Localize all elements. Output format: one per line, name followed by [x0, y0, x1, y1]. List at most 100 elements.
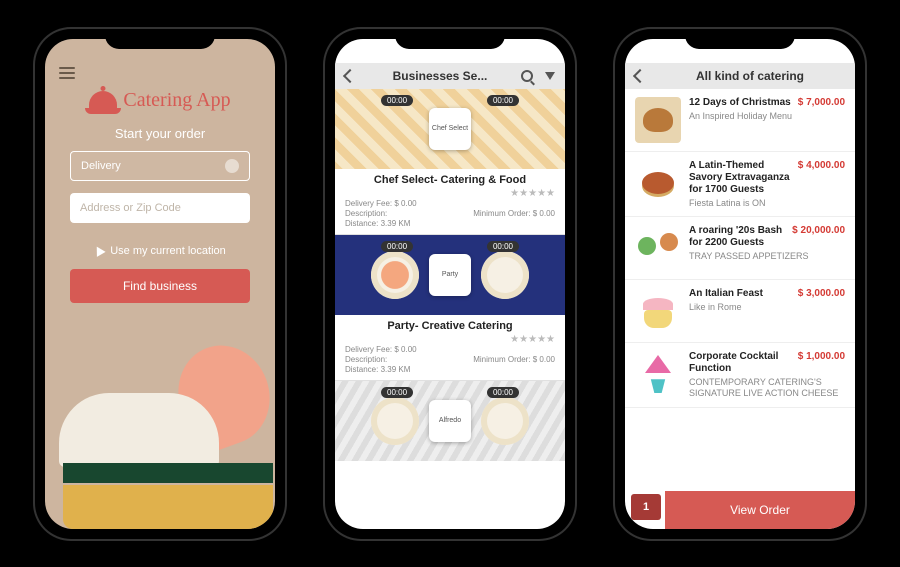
- plate-icon: [371, 251, 419, 299]
- item-subtitle: Fiesta Latina is ON: [689, 198, 845, 209]
- find-business-label: Find business: [123, 279, 197, 293]
- plate-icon: [481, 251, 529, 299]
- item-subtitle: An Inspired Holiday Menu: [689, 111, 845, 122]
- rice-illustration: [59, 393, 219, 467]
- location-arrow-icon: [93, 244, 106, 257]
- item-price: $ 3,000.00: [798, 288, 845, 300]
- business-card[interactable]: 00:00 00:00 Chef Select Chef Select- Cat…: [335, 89, 565, 235]
- businesses-header: Businesses Se...: [335, 63, 565, 89]
- filter-icon[interactable]: [545, 72, 555, 80]
- distance: Distance: 3.39 KM: [345, 365, 450, 374]
- app-name: Catering App: [123, 89, 230, 112]
- delivery-fee: Delivery Fee: $ 0.00: [345, 345, 450, 354]
- header-title: Businesses Se...: [365, 69, 515, 83]
- plate-icon: [481, 397, 529, 445]
- time-chip-right: 00:00: [487, 241, 519, 252]
- back-icon[interactable]: [635, 69, 649, 83]
- notch: [395, 29, 505, 49]
- delivery-mode-value: Delivery: [81, 160, 121, 172]
- cloche-icon: [89, 91, 117, 109]
- rating-stars: ★★★★★: [335, 334, 565, 345]
- phone-3: All kind of catering 12 Days of Christma…: [615, 29, 865, 539]
- business-logo: Chef Select: [429, 108, 471, 150]
- search-icon[interactable]: [521, 70, 533, 82]
- catering-item[interactable]: 12 Days of Christmas $ 7,000.00 An Inspi…: [625, 89, 855, 152]
- item-name: A Latin-Themed Savory Extravaganza for 1…: [689, 160, 794, 196]
- item-name: 12 Days of Christmas: [689, 97, 791, 109]
- business-banner: 00:00 00:00 Alfredo: [335, 381, 565, 461]
- min-order: Minimum Order: $ 0.00: [450, 355, 555, 364]
- time-chip-left: 00:00: [381, 241, 413, 252]
- rating-stars: ★★★★★: [335, 188, 565, 199]
- start-order-screen: Catering App Start your order Delivery A…: [45, 39, 275, 529]
- select-indicator-icon: [225, 159, 239, 173]
- find-business-button[interactable]: Find business: [70, 269, 250, 303]
- notch: [105, 29, 215, 49]
- item-price: $ 1,000.00: [798, 351, 845, 375]
- catering-item[interactable]: A Latin-Themed Savory Extravaganza for 1…: [625, 152, 855, 218]
- catering-items[interactable]: 12 Days of Christmas $ 7,000.00 An Inspi…: [625, 89, 855, 489]
- item-subtitle: Like in Rome: [689, 302, 845, 313]
- time-chip-right: 00:00: [487, 95, 519, 106]
- business-meta: Delivery Fee: $ 0.00 Description: Minimu…: [335, 345, 565, 378]
- header-title: All kind of catering: [655, 69, 845, 83]
- item-subtitle: TRAY PASSED APPETIZERS: [689, 251, 845, 262]
- item-name: A roaring '20s Bash for 2200 Guests: [689, 225, 788, 249]
- catering-item[interactable]: Corporate Cocktail Function $ 1,000.00 C…: [625, 343, 855, 408]
- green-layer-illustration: [63, 463, 273, 483]
- view-order-button[interactable]: View Order: [665, 491, 855, 529]
- order-bar: 1 View Order: [625, 491, 855, 529]
- distance: Distance: 3.39 KM: [345, 219, 450, 228]
- time-chip-left: 00:00: [381, 387, 413, 398]
- address-placeholder: Address or Zip Code: [80, 202, 181, 214]
- business-banner: 00:00 00:00 Chef Select: [335, 89, 565, 169]
- businesses-screen: Businesses Se... 00:00 00:00 Chef Select…: [335, 39, 565, 529]
- turkey-icon: [635, 97, 681, 143]
- business-title: Party- Creative Catering: [335, 315, 565, 334]
- business-logo: Party: [429, 254, 471, 296]
- catering-item[interactable]: A roaring '20s Bash for 2200 Guests $ 20…: [625, 217, 855, 280]
- item-price: $ 7,000.00: [798, 97, 845, 109]
- catering-list-screen: All kind of catering 12 Days of Christma…: [625, 39, 855, 529]
- delivery-mode-select[interactable]: Delivery: [70, 151, 250, 181]
- start-order-title: Start your order: [115, 126, 205, 141]
- time-chip-left: 00:00: [381, 95, 413, 106]
- business-title: Chef Select- Catering & Food: [335, 169, 565, 188]
- steak-icon: [635, 160, 681, 206]
- description-label: Description:: [345, 355, 450, 364]
- catering-header: All kind of catering: [625, 63, 855, 89]
- business-logo: Alfredo: [429, 400, 471, 442]
- bread-illustration: [63, 485, 273, 529]
- notch: [685, 29, 795, 49]
- back-icon[interactable]: [345, 69, 359, 83]
- time-chip-right: 00:00: [487, 387, 519, 398]
- item-name: An Italian Feast: [689, 288, 763, 300]
- shrimp-illustration: [165, 332, 275, 457]
- plate-icon: [371, 397, 419, 445]
- app-logo: Catering App: [89, 89, 230, 112]
- phone-1: Catering App Start your order Delivery A…: [35, 29, 285, 539]
- cocktail-icon: [635, 351, 681, 397]
- view-order-label: View Order: [730, 503, 790, 517]
- business-card[interactable]: 00:00 00:00 Alfredo: [335, 381, 565, 461]
- order-count-badge[interactable]: 1: [631, 494, 661, 520]
- item-price: $ 20,000.00: [792, 225, 845, 249]
- address-input[interactable]: Address or Zip Code: [70, 193, 250, 223]
- catering-item[interactable]: An Italian Feast $ 3,000.00 Like in Rome: [625, 280, 855, 343]
- delivery-fee: Delivery Fee: $ 0.00: [345, 199, 450, 208]
- decorative-food-art: [45, 335, 275, 529]
- business-banner: 00:00 00:00 Party: [335, 235, 565, 315]
- business-meta: Delivery Fee: $ 0.00 Description: Minimu…: [335, 199, 565, 232]
- item-name: Corporate Cocktail Function: [689, 351, 794, 375]
- use-current-location-label: Use my current location: [110, 245, 226, 257]
- item-price: $ 4,000.00: [798, 160, 845, 196]
- business-card[interactable]: 00:00 00:00 Party Party- Creative Cateri…: [335, 235, 565, 381]
- menu-icon[interactable]: [59, 67, 75, 79]
- use-current-location[interactable]: Use my current location: [94, 245, 226, 257]
- phone-2: Businesses Se... 00:00 00:00 Chef Select…: [325, 29, 575, 539]
- item-subtitle: CONTEMPORARY CATERING'S SIGNATURE LIVE A…: [689, 377, 845, 399]
- businesses-list[interactable]: 00:00 00:00 Chef Select Chef Select- Cat…: [335, 89, 565, 529]
- appetizers-icon: [635, 225, 681, 271]
- description-label: Description:: [345, 209, 450, 218]
- min-order: Minimum Order: $ 0.00: [450, 209, 555, 218]
